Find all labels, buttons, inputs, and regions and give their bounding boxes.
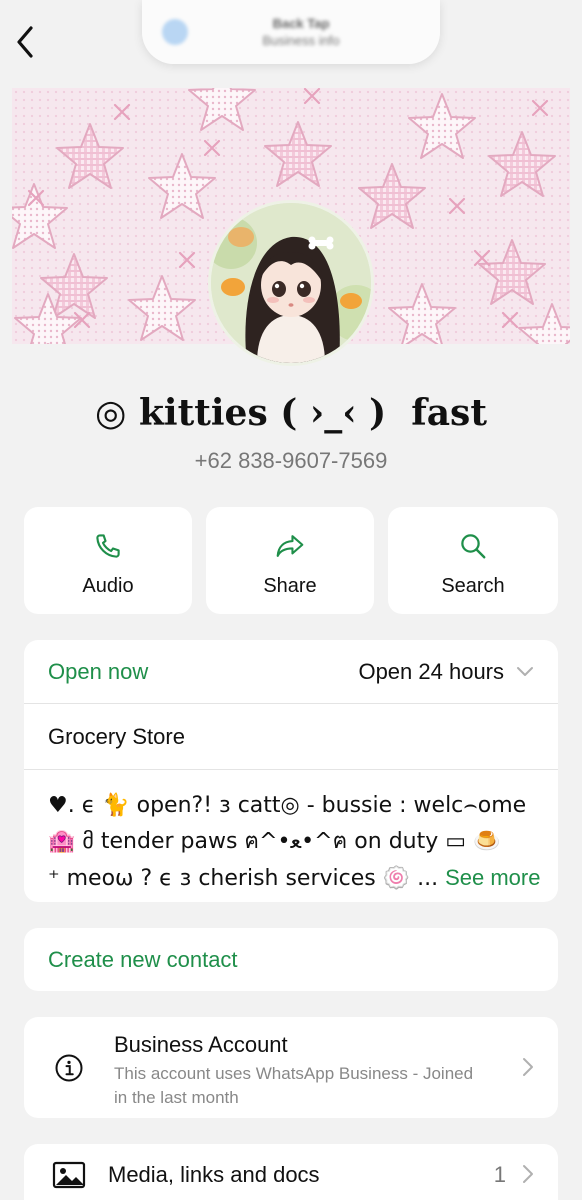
- info-icon: [55, 1054, 83, 1082]
- audio-label: Audio: [82, 575, 134, 597]
- business-description: ♥. ϵ 🐈 open?! з catt◎ - bussie : welc⌢om…: [24, 770, 558, 897]
- profile-avatar[interactable]: [208, 200, 374, 366]
- back-tap-notification[interactable]: Back Tap Business info: [142, 0, 440, 64]
- audio-call-button[interactable]: Audio: [24, 507, 192, 614]
- back-button[interactable]: [10, 22, 40, 62]
- back-tap-icon: [162, 19, 188, 45]
- chevron-right-icon: [523, 1058, 533, 1076]
- share-button[interactable]: Share: [206, 507, 374, 614]
- create-contact-button[interactable]: Create new contact: [24, 928, 558, 991]
- profile-name: ◎ kitties ( ›_‹ ) fast: [95, 392, 487, 434]
- chevron-down-icon: [517, 666, 533, 676]
- business-account-subtitle: This account uses WhatsApp Business - Jo…: [114, 1064, 474, 1107]
- chevron-left-icon: [17, 26, 33, 58]
- description-line: 🏩 მ tender paws ฅ^•ﻌ•^ฅ on duty ▭ 🍮: [48, 829, 501, 854]
- avatar-illustration: [211, 203, 371, 363]
- business-hours: Open 24 hours: [358, 658, 504, 684]
- business-info-card: Open now Open 24 hours Grocery Store ♥. …: [24, 640, 558, 902]
- media-count: 1: [493, 1162, 506, 1187]
- search-label: Search: [441, 575, 505, 597]
- chevron-right-icon: [523, 1165, 533, 1183]
- business-account-row[interactable]: Business Account This account uses Whats…: [24, 1017, 558, 1118]
- description-line: ♥. ϵ 🐈 open?! з catt◎ - bussie : welc⌢om…: [48, 793, 527, 818]
- media-links-docs-row[interactable]: Media, links and docs 1: [24, 1144, 558, 1200]
- profile-phone: +62 838-9607-7569: [194, 448, 388, 473]
- open-status: Open now: [48, 658, 149, 684]
- search-icon: [461, 534, 486, 559]
- phone-icon: [96, 534, 120, 558]
- business-hours-row[interactable]: Open now Open 24 hours: [24, 640, 558, 704]
- description-line-last: ⁺ meoω ? ϵ з cherish services 🍥 ... See …: [48, 860, 540, 897]
- business-category: Grocery Store: [24, 704, 558, 770]
- share-icon: [276, 535, 304, 557]
- back-tap-title: Back Tap: [272, 16, 330, 31]
- share-label: Share: [263, 575, 317, 597]
- business-account-title: Business Account: [114, 1032, 288, 1057]
- create-contact-label: Create new contact: [48, 946, 238, 972]
- image-icon: [52, 1161, 86, 1189]
- description-line: ⁺ meoω ? ϵ з cherish services 🍥 ...: [48, 866, 439, 891]
- back-tap-subtitle: Business info: [262, 33, 340, 48]
- see-more-link[interactable]: See more: [445, 865, 540, 890]
- media-title: Media, links and docs: [108, 1162, 320, 1187]
- profile-name-row: ◎ kitties ( ›_‹ ) fast: [0, 392, 582, 434]
- search-button[interactable]: Search: [388, 507, 558, 614]
